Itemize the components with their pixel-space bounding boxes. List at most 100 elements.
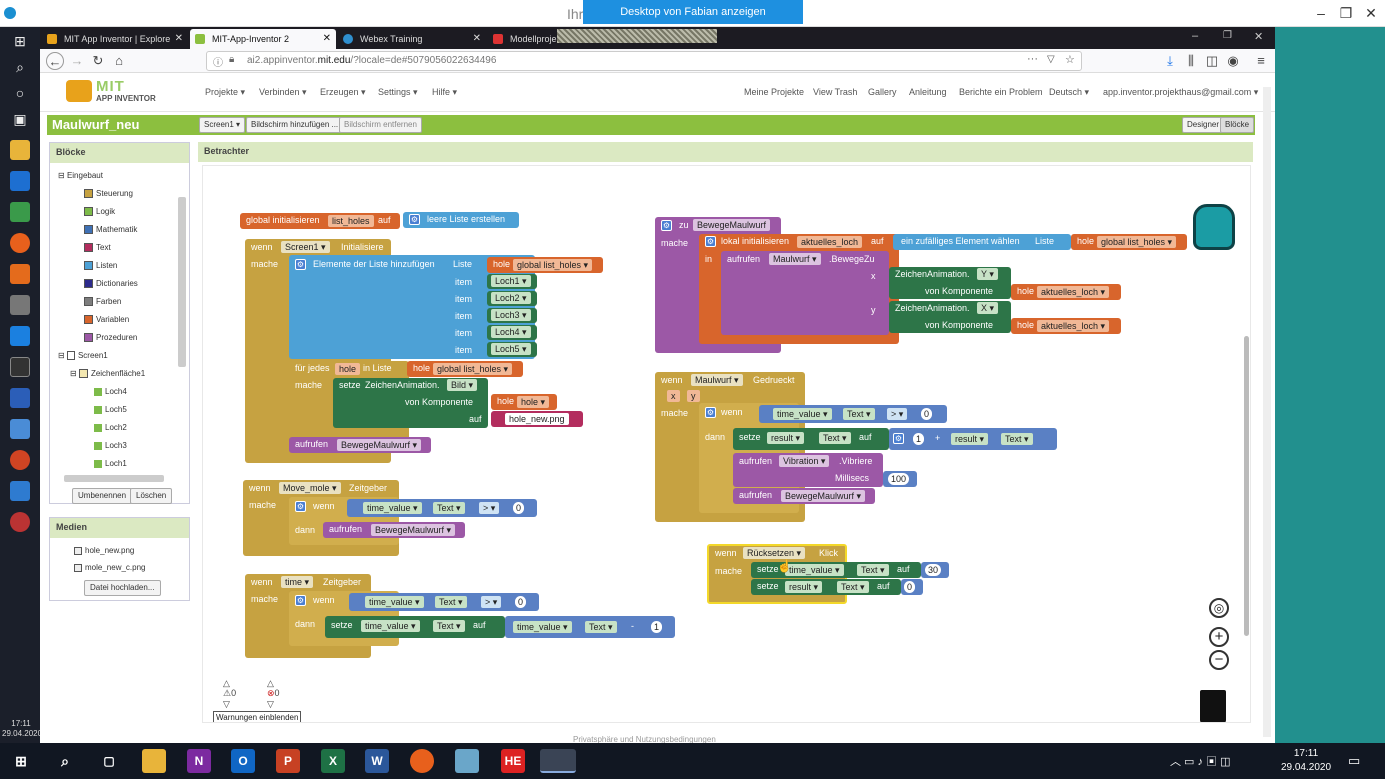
component-block-loch1[interactable]: Loch1 ▾ bbox=[487, 274, 537, 289]
get-local-block[interactable]: hole aktuelles_loch ▾ bbox=[1011, 284, 1121, 300]
var-dropdown[interactable]: hole ▾ bbox=[517, 396, 550, 408]
workspace-vscrollbar[interactable] bbox=[1244, 336, 1249, 636]
procedure-name-field[interactable]: BewegeMaulwurf bbox=[693, 219, 771, 231]
close-icon[interactable]: ✕ bbox=[1361, 4, 1381, 22]
taskbar-webex-icon[interactable] bbox=[540, 749, 576, 773]
component-dropdown[interactable]: time_value ▾ bbox=[361, 620, 420, 632]
global-init-block[interactable]: global initialisieren list_holes auf bbox=[240, 213, 400, 229]
browser-restore-icon[interactable]: ❐ bbox=[1223, 30, 1232, 41]
account-icon[interactable]: ◉ bbox=[1224, 52, 1242, 70]
taskbar-he-icon[interactable]: HE bbox=[501, 749, 525, 773]
operator-dropdown[interactable]: > ▾ bbox=[887, 408, 908, 420]
screen-share-banner[interactable]: Desktop von Fabian anzeigen bbox=[583, 0, 803, 24]
component-dropdown[interactable]: time_value ▾ bbox=[785, 564, 844, 576]
category-prozeduren[interactable]: Prozeduren bbox=[84, 333, 137, 343]
taskbar-notes-icon[interactable] bbox=[455, 749, 479, 773]
set-result-block[interactable]: setze result ▾ Text ▾ auf bbox=[733, 428, 889, 450]
call-procedure-block[interactable]: aufrufen BewegeMaulwurf ▾ bbox=[323, 522, 465, 538]
component-dropdown[interactable]: time ▾ bbox=[281, 576, 314, 588]
windows-start-icon[interactable]: ⊞ bbox=[10, 31, 30, 51]
taskbar-powerpoint-icon[interactable]: P bbox=[276, 749, 300, 773]
procedure-dropdown[interactable]: BewegeMaulwurf ▾ bbox=[781, 490, 866, 502]
component-dropdown[interactable]: time_value ▾ bbox=[773, 408, 832, 420]
designer-button[interactable]: Designer bbox=[1182, 117, 1225, 133]
procedure-dropdown[interactable]: BewegeMaulwurf ▾ bbox=[371, 524, 456, 536]
tree-sprite-loch4[interactable]: Loch4 bbox=[94, 387, 127, 396]
component-dropdown[interactable]: Move_mole ▾ bbox=[279, 482, 341, 494]
rename-button[interactable]: Umbenennen bbox=[72, 488, 133, 504]
component-dropdown[interactable]: result ▾ bbox=[767, 432, 805, 444]
text-value[interactable]: hole_new.png bbox=[505, 413, 569, 425]
pocket-icon[interactable]: ▽ bbox=[1047, 54, 1055, 65]
category-variablen[interactable]: Variablen bbox=[84, 315, 129, 325]
menu-verbinden[interactable]: Verbinden ▾ bbox=[259, 87, 307, 98]
property-dropdown[interactable]: Text ▾ bbox=[435, 596, 467, 608]
taskbar-clock[interactable]: 17:11 29.04.2020 bbox=[1278, 747, 1334, 775]
taskbar-outlook-icon[interactable]: O bbox=[231, 749, 255, 773]
reload-icon[interactable]: ↻ bbox=[89, 52, 107, 70]
component-dropdown[interactable]: Loch2 ▾ bbox=[491, 292, 531, 304]
word-icon[interactable] bbox=[10, 388, 30, 408]
call-procedure-block[interactable]: aufrufen BewegeMaulwurf ▾ bbox=[289, 437, 431, 453]
error-down-icon[interactable]: ▽ bbox=[267, 699, 274, 710]
call-procedure-block[interactable]: aufrufen BewegeMaulwurf ▾ bbox=[733, 488, 875, 504]
component-dropdown[interactable]: Loch5 ▾ bbox=[491, 343, 531, 355]
category-farben[interactable]: Farben bbox=[84, 297, 121, 307]
property-dropdown[interactable]: Text ▾ bbox=[819, 432, 851, 444]
operator-dropdown[interactable]: > ▾ bbox=[481, 596, 502, 608]
add-screen-button[interactable]: Bildschirm hinzufügen ... bbox=[246, 117, 344, 133]
category-mathematik[interactable]: Mathematik bbox=[84, 225, 137, 235]
remove-screen-button[interactable]: Bildschirm entfernen bbox=[339, 117, 422, 133]
zoom-in-icon[interactable]: + bbox=[1209, 627, 1229, 647]
page-actions-icon[interactable]: ··· bbox=[1027, 53, 1038, 65]
tree-sprite-loch1[interactable]: Loch1 bbox=[94, 459, 127, 468]
forward-icon[interactable]: → bbox=[68, 52, 86, 70]
property-dropdown[interactable]: Text ▾ bbox=[837, 581, 869, 593]
link-bericht-problem[interactable]: Berichte ein Problem bbox=[959, 87, 1043, 97]
recenter-icon[interactable]: ◎ bbox=[1209, 598, 1229, 618]
blocks-workspace[interactable]: global initialisieren list_holes auf ⚙ l… bbox=[202, 165, 1251, 723]
close-tab-icon[interactable]: ✕ bbox=[175, 29, 183, 49]
backpack-icon[interactable] bbox=[1193, 204, 1235, 250]
menu-projekte[interactable]: Projekte ▾ bbox=[205, 87, 245, 98]
taskbar-onenote-icon[interactable]: N bbox=[187, 749, 211, 773]
set-text-block[interactable]: setze time_value ▾ Text ▾ auf bbox=[325, 616, 505, 638]
subtract-block[interactable]: time_value ▾ Text ▾ - 1 bbox=[505, 616, 675, 638]
number-value[interactable]: 100 bbox=[888, 473, 910, 485]
show-warnings-button[interactable]: Warnungen einblenden bbox=[213, 711, 302, 722]
get-global-block[interactable]: hole global list_holes ▾ bbox=[1071, 234, 1187, 250]
lock-icon[interactable]: 🔒︎ bbox=[229, 54, 234, 65]
taskbar-search-icon[interactable]: ⌕ bbox=[53, 749, 77, 773]
property-dropdown[interactable]: Text ▾ bbox=[433, 620, 465, 632]
terminal-icon[interactable] bbox=[10, 357, 30, 377]
tree-sprite-loch2[interactable]: Loch2 bbox=[94, 423, 127, 432]
property-dropdown[interactable]: Text ▾ bbox=[585, 621, 617, 633]
logo-mit-text[interactable]: MIT bbox=[96, 78, 125, 95]
app-icon[interactable] bbox=[10, 202, 30, 222]
component-dropdown[interactable]: Loch1 ▾ bbox=[491, 275, 531, 287]
taskbar-taskview-icon[interactable]: ▢ bbox=[97, 749, 121, 773]
add-block[interactable]: ⚙ 1 + result ▾ Text ▾ bbox=[889, 428, 1057, 450]
text-string-block[interactable]: hole_new.png bbox=[491, 411, 583, 427]
category-logik[interactable]: Logik bbox=[84, 207, 115, 217]
menu-settings[interactable]: Settings ▾ bbox=[378, 87, 418, 98]
mutator-gear-icon[interactable]: ⚙ bbox=[705, 236, 716, 247]
event-param-y[interactable]: y bbox=[687, 390, 700, 402]
component-dropdown[interactable]: Maulwurf ▾ bbox=[769, 253, 821, 265]
taskbar-explorer-icon[interactable] bbox=[142, 749, 166, 773]
number-block[interactable]: 30 bbox=[921, 562, 949, 578]
number-value[interactable]: 30 bbox=[925, 564, 942, 576]
property-dropdown[interactable]: Text ▾ bbox=[433, 502, 465, 514]
operator-dropdown[interactable]: > ▾ bbox=[479, 502, 500, 514]
taskbar-excel-icon[interactable]: X bbox=[321, 749, 345, 773]
component-dropdown[interactable]: Loch4 ▾ bbox=[491, 326, 531, 338]
component-block-loch3[interactable]: Loch3 ▾ bbox=[487, 308, 537, 323]
component-block-loch4[interactable]: Loch4 ▾ bbox=[487, 325, 537, 340]
taskbar-word-icon[interactable]: W bbox=[365, 749, 389, 773]
account-menu[interactable]: app.inventor.projekthaus@gmail.com ▾ bbox=[1103, 87, 1258, 98]
bookmark-star-icon[interactable]: ☆ bbox=[1065, 53, 1075, 66]
photos-icon[interactable] bbox=[10, 481, 30, 501]
component-dropdown[interactable]: time_value ▾ bbox=[513, 621, 572, 633]
link-meine-projekte[interactable]: Meine Projekte bbox=[744, 87, 804, 97]
set-result-block[interactable]: setze result ▾ Text ▾ auf bbox=[751, 579, 901, 595]
